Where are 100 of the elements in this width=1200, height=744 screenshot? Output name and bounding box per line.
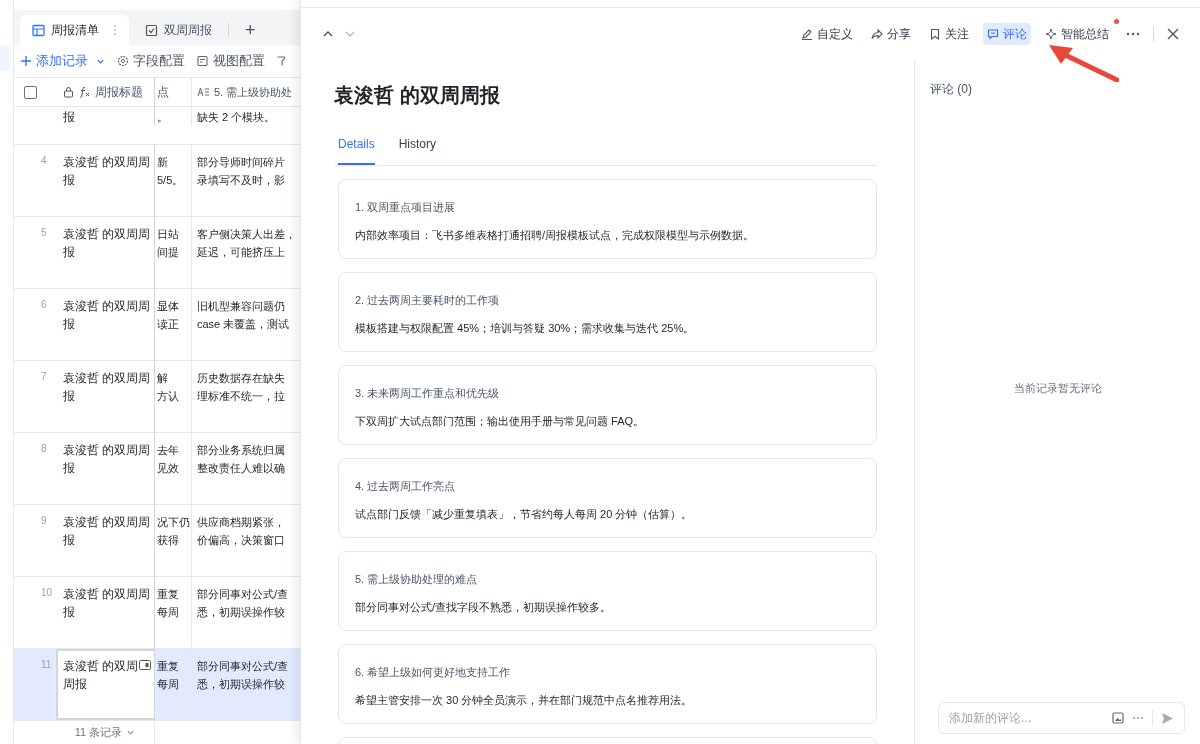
table-cell-text: 部分同事对公式/查 [197, 587, 290, 602]
comment-icon [987, 28, 999, 40]
row-number: 6 [41, 299, 47, 310]
table-row[interactable]: 报 。 缺失 2 个模块。 [14, 107, 300, 145]
table-cell-text: 间提 [157, 245, 180, 260]
record-title: 袁浚哲 的双周周报 [334, 83, 501, 108]
table-cell-text: 袁浚哲 的双周周报 [63, 586, 152, 621]
section-text: 试点部门反馈「减少重复填表」，节省约每人每周 20 分钟（估算）。 [355, 507, 694, 521]
table-cell-text: 重复 [157, 587, 180, 602]
detail-tab[interactable]: Details [338, 135, 375, 165]
table-cell-text: 重复 [157, 659, 180, 674]
column-header[interactable]: 周报标题 [95, 83, 143, 101]
row-number: 11 [41, 659, 52, 670]
toolbar-button[interactable]: 智能总结 [1041, 23, 1113, 45]
table-icon [32, 23, 45, 37]
expand-icon[interactable] [139, 660, 151, 670]
comment-field[interactable]: 添加新的评论... [949, 709, 1104, 727]
table-row[interactable]: 4 袁浚哲 的双周周报 新 5/5。 部分导师时间碎片 录填写不及时，影 [14, 145, 300, 217]
row-number: 10 [41, 587, 53, 598]
table-row[interactable]: 7 袁浚哲 的双周周报 解 方认 历史数据存在缺失 理标准不统一，拉 [14, 361, 300, 433]
view-settings-icon [197, 55, 209, 67]
section-text: 下双周扩大试点部门范围；输出使用手册与常见问题 FAQ。 [355, 414, 646, 428]
table-cell-text: 袁浚哲 的双周周报 [63, 226, 152, 261]
table-cell-text: 袁浚哲 的双周周报 [63, 154, 152, 189]
view-config-button[interactable]: 视图配置 [197, 51, 265, 71]
table-cell-text: case 未覆盖，测试 [197, 317, 291, 332]
add-record-button[interactable]: 添加记录 [20, 51, 105, 71]
table-cell-text: 况下仍 [157, 515, 191, 530]
table-cell-text: 部分导师时间碎片 [197, 155, 286, 170]
detail-tab[interactable]: History [398, 135, 437, 165]
table-cell-text: 每周 [157, 677, 180, 692]
table-cell-text: 日站 [157, 227, 180, 242]
comments-title: 评论 (0) [930, 81, 973, 98]
column-header[interactable]: 5. 需上级协助处 [214, 83, 293, 101]
table-cell-text: 悉，初期误操作较 [197, 605, 286, 620]
table-cell-text: 报 [63, 109, 76, 126]
form-icon [145, 23, 158, 37]
table-row[interactable]: 5 袁浚哲 的双周周报 日站 间提 客户侧决策人出差， 延迟，可能挤压上 [14, 217, 300, 289]
table-cell-text: 历史数据存在缺失 [197, 371, 286, 386]
view-tab[interactable]: 双周周报 [133, 15, 224, 45]
table-cell-text: 缺失 2 个模块。 [197, 110, 277, 125]
table-cell-text: 见效 [157, 461, 180, 476]
section-text: 内部效率项目：飞书多维表格打通招聘/周报模板试点，完成权限模型与示例数据。 [355, 228, 756, 242]
row-number: 9 [41, 515, 47, 526]
toolbar-button[interactable]: 分享 [867, 23, 915, 45]
section-heading: 2. 过去两周主要耗时的工作项 [355, 293, 501, 307]
table-row[interactable]: 9 袁浚哲 的双周周报 况下仍 获得 供应商档期紧张， 价偏高，决策窗口 [14, 505, 300, 577]
table-cell-text: 悉，初期误操作较 [197, 677, 286, 692]
pencil-icon [801, 28, 813, 40]
table-cell-text: 理标准不统一，拉 [197, 389, 286, 404]
section-heading: 4. 过去两周工作亮点 [355, 479, 457, 493]
field-config-button[interactable]: 字段配置 [117, 51, 185, 71]
section-text: 部分同事对公式/查找字段不熟悉，初期误操作较多。 [355, 600, 613, 614]
text-field-icon [197, 87, 210, 97]
column-header[interactable]: 点 [157, 83, 169, 101]
row-number: 7 [41, 371, 47, 382]
table-row[interactable]: 11 袁浚哲 的双周周报 重复 每周 部分同事对公式/查 悉，初期误操作较 [14, 649, 300, 720]
image-icon[interactable] [1112, 712, 1124, 724]
sparkle-icon [1045, 28, 1057, 40]
table-cell-text: 整改责任人难以确 [197, 461, 286, 476]
add-tab-button[interactable]: + [233, 15, 268, 45]
close-icon[interactable] [1166, 27, 1180, 41]
table-cell-text: 5/5。 [157, 173, 185, 188]
row-number: 5 [41, 227, 47, 238]
table-cell-text: 延迟，可能挤压上 [197, 245, 286, 260]
table-row[interactable]: 8 袁浚哲 的双周周报 去年 见效 部分业务系统归属 整改责任人难以确 [14, 433, 300, 505]
row-number: 8 [41, 443, 47, 454]
table-cell-text: 客户侧决策人出差， [197, 227, 297, 242]
table-cell-text: 供应商档期紧张， [197, 515, 286, 530]
table-cell-text: 方认 [157, 389, 180, 404]
share-icon [871, 28, 883, 40]
section-heading: 1. 双周重点项目进展 [355, 200, 457, 214]
table-cell-text: 去年 [157, 443, 180, 458]
chevron-down-icon [126, 728, 136, 737]
section-heading: 3. 未来两周工作重点和优先级 [355, 386, 501, 400]
table-row[interactable]: 6 袁浚哲 的双周周报 显体 读正 旧机型兼容问题仍 case 未覆盖，测试 [14, 289, 300, 361]
section-heading: 6. 希望上级如何更好地支持工作 [355, 665, 512, 679]
formula-icon [78, 86, 91, 98]
table-cell-text: 获得 [157, 533, 180, 548]
table-cell-text: 部分同事对公式/查 [197, 659, 290, 674]
view-tab[interactable]: 周报清单 [20, 15, 129, 45]
toolbar-button[interactable]: 评论 [983, 23, 1031, 45]
select-all-checkbox[interactable] [24, 85, 37, 99]
table-cell-text: 新 [157, 155, 169, 170]
table-cell-text: 袁浚哲 的双周周报 [63, 370, 152, 405]
pointer-arrow [1047, 42, 1119, 82]
table-cell-text: 。 [157, 110, 169, 125]
table-cell-text: 显体 [157, 299, 180, 314]
empty-message: 当前记录暂无评论 [1013, 380, 1102, 396]
table-cell-text: 袁浚哲 的双周周报 [63, 514, 152, 549]
record-count[interactable]: 11 条记录 [74, 724, 123, 741]
section-heading: 5. 需上级协助处理的难点 [355, 572, 479, 586]
comment-box[interactable]: 添加新的评论... [938, 702, 1185, 734]
table-cell-text: 读正 [157, 317, 180, 332]
toolbar-button[interactable]: 自定义 [797, 23, 857, 45]
table-cell-text: 袁浚哲 的双周周报 [63, 442, 152, 477]
table-cell-text: 旧机型兼容问题仍 [197, 299, 286, 314]
section-text: 模板搭建与权限配置 45%；培训与答疑 30%；需求收集与迭代 25%。 [355, 321, 696, 335]
toolbar-button[interactable]: 关注 [925, 23, 973, 45]
row-number: 4 [41, 155, 47, 166]
